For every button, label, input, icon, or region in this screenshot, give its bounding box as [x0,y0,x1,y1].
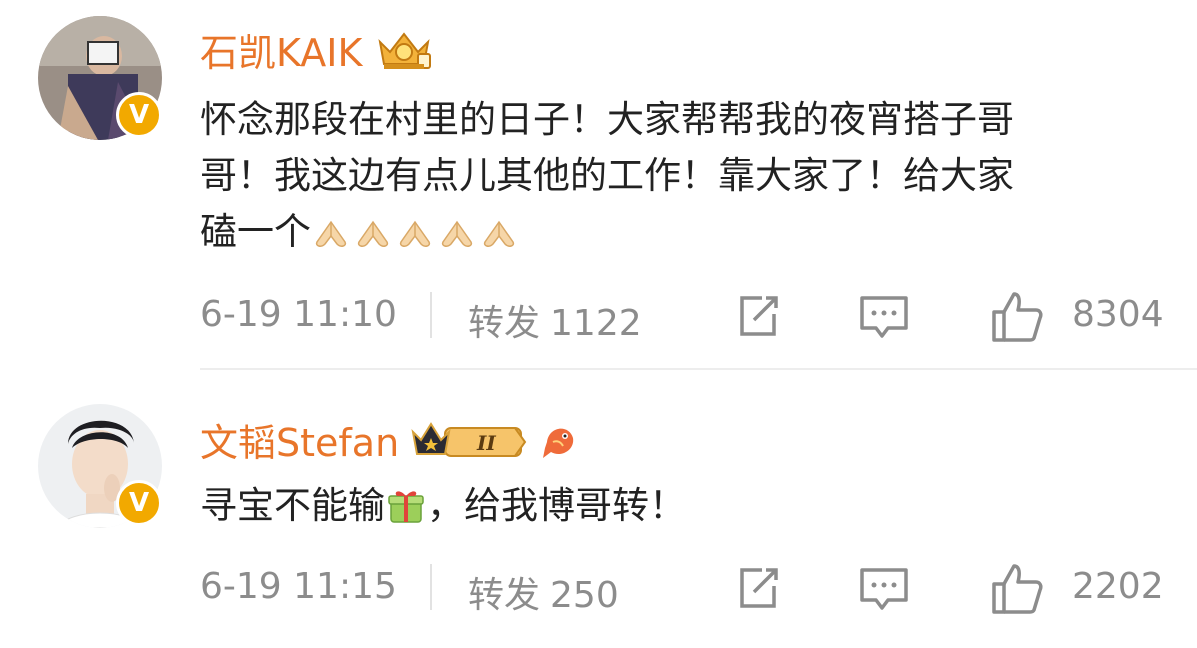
comment-icon[interactable] [858,290,910,342]
folded-hands-emoji [483,220,515,247]
folded-hands-emoji [357,220,389,247]
comment-text-line: 磕一个 [200,204,1165,260]
share-icon[interactable] [732,290,784,342]
comment-text-part: 寻宝不能输 [200,484,385,527]
like-count: 2202 [1072,566,1164,607]
like-icon[interactable] [990,290,1044,344]
comment-actions: 6-19 11:10 转发 1122 8304 [200,290,1165,346]
comment-text-line: 哥！我这边有点儿其他的工作！靠大家了！给大家 [200,154,1014,197]
avatar[interactable]: V [38,404,162,528]
comment-text-part: ，给我博哥转！ [427,484,686,527]
like-icon[interactable] [990,562,1044,616]
svg-text:II: II [476,431,496,455]
repost-count: 250 [550,575,619,616]
fish-icon[interactable] [539,418,579,462]
comment-item: V 石凯KAIK 怀念那段在村里的日子！大家帮帮我的夜宵搭子哥 哥！我这边有点儿… [0,0,1197,370]
repost-button[interactable]: 转发 1122 [468,294,642,346]
username-row: 文韬Stefan II [200,412,579,467]
timestamp: 6-19 11:15 [200,566,397,607]
avatar[interactable]: V [38,16,162,140]
verified-badge-icon: V [116,92,162,138]
comment-text: 怀念那段在村里的日子！大家帮帮我的夜宵搭子哥 哥！我这边有点儿其他的工作！靠大家… [200,92,1165,260]
folded-hands-emoji [315,220,347,247]
username[interactable]: 文韬Stefan [200,412,399,467]
divider [430,564,432,610]
verified-badge-icon: V [116,480,162,526]
share-icon[interactable] [732,562,784,614]
gift-emoji [388,491,424,523]
gold-crown-vip-icon[interactable] [374,28,434,72]
crown-level-II-icon[interactable]: II [411,418,529,462]
divider [430,292,432,338]
comment-icon[interactable] [858,562,910,614]
username-row: 石凯KAIK [200,22,434,77]
username[interactable]: 石凯KAIK [200,22,362,77]
folded-hands-emoji-group [311,210,521,253]
comment-actions: 6-19 11:15 转发 250 2202 [200,562,1165,618]
repost-count: 1122 [550,303,642,344]
comment-text-line: 怀念那段在村里的日子！大家帮帮我的夜宵搭子哥 [200,98,1014,141]
comment-item: V 文韬Stefan II 寻宝不能输 ，给我博哥转！ 6-19 11:15 转… [0,370,1197,648]
like-count: 8304 [1072,294,1164,335]
repost-button[interactable]: 转发 250 [468,566,619,618]
timestamp: 6-19 11:10 [200,294,397,335]
folded-hands-emoji [399,220,431,247]
folded-hands-emoji [441,220,473,247]
comment-text: 寻宝不能输 ，给我博哥转！ [200,478,1165,534]
